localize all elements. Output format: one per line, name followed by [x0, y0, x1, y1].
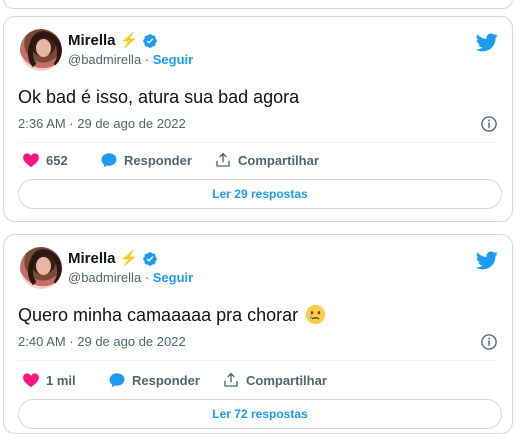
- share-button[interactable]: Compartilhar: [222, 371, 327, 389]
- tweet-card[interactable]: Mirella ⚡ @badmirella · Seguir Quero min…: [3, 234, 513, 434]
- author-handle-row: @badmirella · Seguir: [68, 52, 193, 67]
- share-button[interactable]: Compartilhar: [214, 151, 319, 169]
- info-icon[interactable]: [480, 333, 498, 351]
- avatar-face: [36, 39, 51, 57]
- avatar[interactable]: [20, 247, 62, 289]
- twitter-bird-icon[interactable]: [476, 31, 498, 53]
- tweet-actions: 652 Responder Compartilhar: [22, 149, 498, 171]
- tweet-text-body: Quero minha camaaaaa pra chorar: [18, 305, 299, 325]
- tweet-header: Mirella ⚡ @badmirella · Seguir: [18, 29, 498, 77]
- avatar[interactable]: [20, 29, 62, 71]
- like-button[interactable]: 1 mil: [22, 371, 108, 389]
- share-label: Compartilhar: [238, 152, 319, 168]
- verified-badge-icon: [143, 34, 158, 48]
- crying-face-emoji-icon: [306, 304, 326, 325]
- verified-badge-icon: [143, 252, 158, 266]
- author-handle-row: @badmirella · Seguir: [68, 270, 193, 285]
- tweet-timestamp[interactable]: 2:40 AM · 29 de ago de 2022: [18, 334, 186, 349]
- author-name-emoji: ⚡: [119, 32, 139, 49]
- author-name-row[interactable]: Mirella ⚡: [68, 249, 158, 269]
- follow-link[interactable]: Seguir: [153, 52, 193, 67]
- divider: [18, 360, 498, 361]
- like-count: 1 mil: [46, 372, 76, 388]
- reply-bubble-icon: [101, 153, 117, 168]
- previous-tweet-card-fragment: [3, 0, 513, 9]
- handle-separator: ·: [144, 270, 150, 285]
- handle-separator: ·: [144, 52, 150, 67]
- tweet-actions: 1 mil Responder Compartilhar: [22, 369, 498, 391]
- like-count: 652: [46, 152, 68, 168]
- twitter-bird-icon[interactable]: [476, 249, 498, 271]
- heart-icon: [23, 373, 39, 388]
- read-replies-button[interactable]: Ler 29 respostas: [18, 179, 502, 209]
- tweet-text: Quero minha camaaaaa pra chorar: [18, 303, 326, 327]
- reply-label: Responder: [124, 152, 192, 168]
- heart-icon: [23, 153, 39, 168]
- like-button[interactable]: 652: [22, 151, 100, 169]
- author-name[interactable]: Mirella: [68, 250, 116, 268]
- tweet-header: Mirella ⚡ @badmirella · Seguir: [18, 247, 498, 295]
- tweet-timestamp-row: 2:40 AM · 29 de ago de 2022: [18, 333, 498, 351]
- tweet-timestamp[interactable]: 2:36 AM · 29 de ago de 2022: [18, 116, 186, 131]
- tweet-timestamp-row: 2:36 AM · 29 de ago de 2022: [18, 115, 498, 133]
- author-name-row[interactable]: Mirella ⚡: [68, 31, 158, 51]
- reply-bubble-icon: [109, 373, 125, 388]
- author-name[interactable]: Mirella: [68, 32, 116, 50]
- reply-label: Responder: [132, 372, 200, 388]
- info-icon[interactable]: [480, 115, 498, 133]
- follow-link[interactable]: Seguir: [153, 270, 193, 285]
- reply-button[interactable]: Responder: [108, 371, 222, 389]
- tweet-card[interactable]: Mirella ⚡ @badmirella · Seguir Ok bad é …: [3, 16, 513, 222]
- author-handle[interactable]: @badmirella: [68, 52, 141, 67]
- share-label: Compartilhar: [246, 372, 327, 388]
- tweet-text: Ok bad é isso, atura sua bad agora: [18, 87, 300, 107]
- author-name-emoji: ⚡: [119, 250, 139, 267]
- read-replies-button[interactable]: Ler 72 respostas: [18, 399, 502, 429]
- divider: [18, 142, 498, 143]
- reply-button[interactable]: Responder: [100, 151, 214, 169]
- share-icon: [216, 152, 230, 167]
- avatar-face: [36, 257, 51, 275]
- share-icon: [224, 372, 238, 387]
- author-handle[interactable]: @badmirella: [68, 270, 141, 285]
